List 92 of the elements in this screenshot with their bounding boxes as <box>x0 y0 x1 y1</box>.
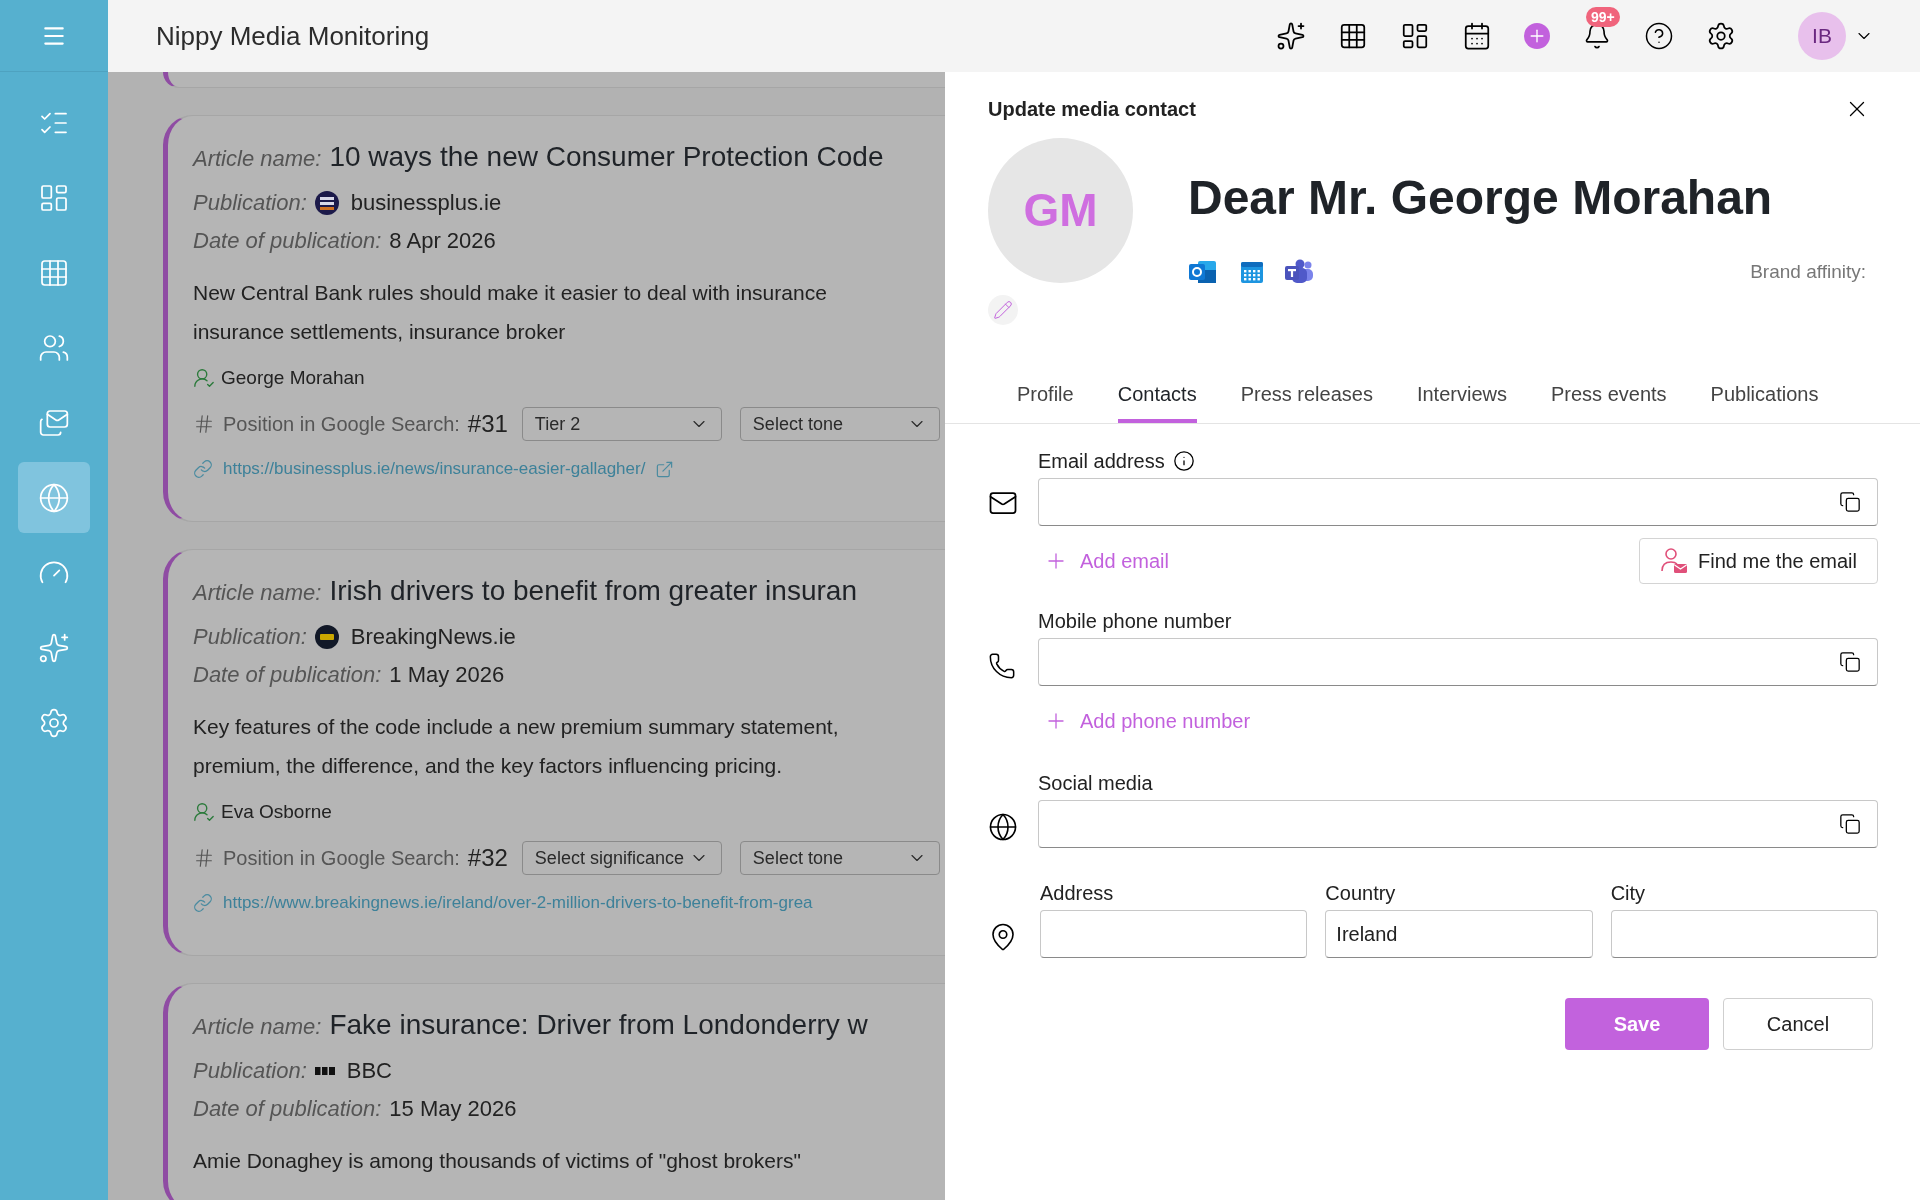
article-description: New Central Bank rules should make it easier to deal with insurance <box>193 280 827 306</box>
article-description: Amie Donaghey is among thousands of victims of "ghost brokers" <box>193 1148 801 1174</box>
publication-date: 1 May 2026 <box>389 661 505 689</box>
sparkles-icon[interactable] <box>1276 21 1306 51</box>
find-email-button[interactable]: Find me the email <box>1639 538 1878 584</box>
field-label: City <box>1610 881 1647 906</box>
input-field[interactable] <box>1038 800 1878 848</box>
tab[interactable]: Press releases <box>1240 375 1373 423</box>
tab[interactable]: Contacts <box>1117 375 1197 423</box>
article-description: insurance settlements, insurance broker <box>193 319 566 345</box>
globe-icon <box>38 481 70 514</box>
external-link-icon[interactable] <box>655 459 675 479</box>
table-icon[interactable] <box>1338 21 1368 51</box>
field-label: Address <box>1040 881 1115 906</box>
info-icon[interactable] <box>1172 450 1195 472</box>
dropdown[interactable]: Select tone <box>739 841 940 875</box>
tab[interactable]: Publications <box>1710 375 1819 423</box>
article-title: Irish drivers to benefit from greater insuran <box>329 574 857 608</box>
dropdown[interactable]: Tier 2 <box>521 407 722 441</box>
field-label: Date of publication: <box>193 661 382 689</box>
input-field[interactable] <box>1040 910 1308 958</box>
field-label: Publication: <box>193 189 307 217</box>
team-app-icon[interactable] <box>1284 259 1314 286</box>
field-label: Mobile phone number <box>1038 609 1233 634</box>
help-icon[interactable] <box>1644 21 1674 51</box>
article-title: Fake insurance: Driver from Londonderry w <box>329 1008 868 1042</box>
contact-avatar: GM <box>988 138 1133 283</box>
dropdown[interactable]: Select tone <box>739 407 940 441</box>
field-label: Country <box>1325 881 1397 906</box>
pencil-icon <box>993 300 1013 320</box>
publication-logo-icon <box>314 190 339 215</box>
search-position: #32 <box>467 843 508 873</box>
link-icon <box>193 459 213 479</box>
calendar-icon[interactable] <box>1462 21 1492 51</box>
publication-name: businessplus.ie <box>350 189 502 217</box>
user-mail-icon <box>1660 547 1689 575</box>
field-label: Date of publication: <box>193 1095 382 1123</box>
tab[interactable]: Profile <box>1017 375 1074 423</box>
publication-date: 15 May 2026 <box>389 1095 517 1123</box>
field-label: Publication: <box>193 1057 307 1085</box>
notification-badge: 99+ <box>1586 7 1620 27</box>
copy-icon[interactable] <box>1839 491 1861 513</box>
publication-name: BreakingNews.ie <box>350 623 516 651</box>
field-label: Date of publication: <box>193 227 382 255</box>
field-label: Publication: <box>193 623 307 651</box>
field-label: Email address <box>1038 449 1165 474</box>
copy-icon[interactable] <box>1839 813 1861 835</box>
add-button[interactable] <box>1524 23 1550 49</box>
article-description: premium, the difference, and the key factors influencing pricing. <box>193 753 783 779</box>
user-check-icon <box>193 367 215 389</box>
copy-icon[interactable] <box>1839 651 1861 673</box>
article-description: Key features of the code include a new premium summary statement, <box>193 714 839 740</box>
sidebar-item[interactable] <box>18 462 90 533</box>
hash-icon <box>193 413 215 435</box>
author-name: Eva Osborne <box>221 799 332 824</box>
field-label: Position in Google Search: <box>223 412 460 437</box>
publication-date: 8 Apr 2026 <box>389 227 496 255</box>
phone-icon <box>988 652 1016 680</box>
field-label: Position in Google Search: <box>223 846 460 871</box>
author-name: George Morahan <box>221 365 365 390</box>
hash-icon <box>193 847 215 869</box>
tab[interactable]: Press events <box>1550 375 1667 423</box>
input-field[interactable] <box>1038 478 1878 526</box>
dropdown[interactable]: Select significance <box>521 841 722 875</box>
tab[interactable]: Interviews <box>1416 375 1507 423</box>
search-position: #31 <box>467 409 508 439</box>
brand-affinity-label: Brand affinity: <box>1750 260 1866 284</box>
publication-logo-icon <box>314 624 339 649</box>
settings-icon <box>38 706 70 739</box>
field-label: Article name: <box>193 145 322 173</box>
globe-icon <box>988 812 1018 842</box>
publication-name: BBC <box>346 1057 392 1085</box>
calendar-app-icon[interactable] <box>1240 260 1264 285</box>
input-field[interactable] <box>1038 638 1878 686</box>
field-label: Article name: <box>193 579 322 607</box>
link-icon <box>193 893 213 913</box>
dashboard-icon[interactable] <box>1400 21 1430 51</box>
input-field[interactable]: Ireland <box>1325 910 1593 958</box>
user-avatar[interactable]: IB <box>1798 12 1846 60</box>
user-check-icon <box>193 801 215 823</box>
input-field[interactable] <box>1610 910 1878 958</box>
field-label: Article name: <box>193 1013 322 1041</box>
publication-logo-icon <box>314 1066 335 1075</box>
contact-name: Dear Mr. George Morahan <box>1188 170 1774 226</box>
app-title: Nippy Media Monitoring <box>156 19 430 53</box>
field-label: Social media <box>1038 771 1154 796</box>
sparkles-icon <box>38 631 70 664</box>
drawer-title: Update media contact <box>988 97 1196 122</box>
article-title: 10 ways the new Consumer Protection Code <box>329 140 884 174</box>
settings-icon[interactable] <box>1706 21 1736 51</box>
edit-avatar-button[interactable] <box>988 295 1018 325</box>
cancel-button[interactable]: Cancel <box>1723 998 1873 1050</box>
